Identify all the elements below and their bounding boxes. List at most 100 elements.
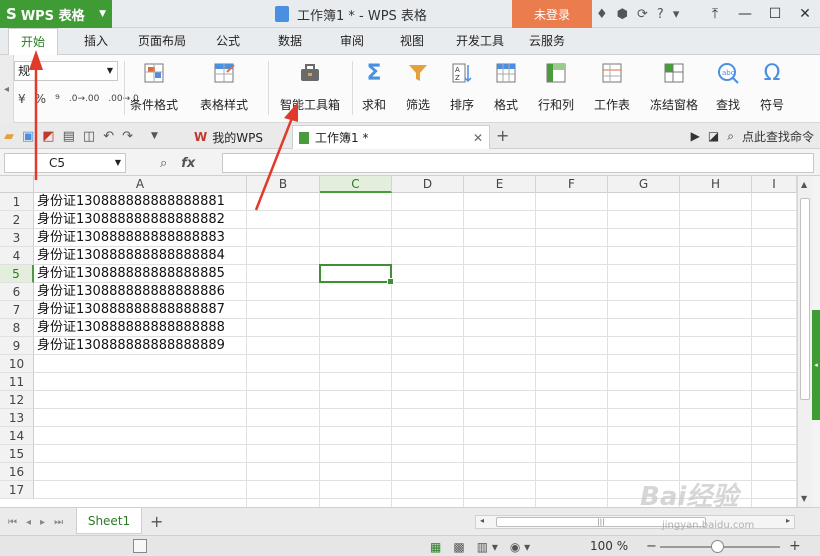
column-header-h[interactable]: H: [680, 176, 752, 193]
select-all-corner[interactable]: [0, 176, 34, 193]
zoom-slider-handle[interactable]: [711, 540, 724, 553]
tab-developer[interactable]: 开发工具: [456, 28, 504, 55]
help-icon[interactable]: ?: [657, 7, 664, 22]
row-header-11[interactable]: 11: [0, 373, 34, 391]
scroll-down-icon[interactable]: ▼: [801, 494, 807, 503]
document-status-icon[interactable]: [133, 539, 147, 553]
cell-a8[interactable]: 身份证130888888888888888: [37, 319, 225, 337]
close-tab-icon[interactable]: ✕: [473, 131, 483, 145]
row-header-5[interactable]: 5: [0, 265, 34, 283]
find-button[interactable]: abc 查找: [716, 59, 740, 119]
cell-a7[interactable]: 身份证130888888888888887: [37, 301, 225, 319]
table-style-button[interactable]: 表格样式: [200, 59, 248, 119]
maximize-button[interactable]: ☐: [760, 0, 790, 28]
play-icon[interactable]: ▶: [691, 129, 700, 143]
spreadsheet-grid[interactable]: A B C D E F G H I 1 2 3 4 5 6 7 8 9 10 11 12 13 14 15 16 17 身份证130…: [0, 176, 797, 507]
row-header-2[interactable]: 2: [0, 211, 34, 229]
print-preview-icon[interactable]: ◫: [83, 129, 95, 144]
column-header-b[interactable]: B: [247, 176, 320, 193]
new-tab-icon[interactable]: +: [496, 123, 509, 149]
row-header-15[interactable]: 15: [0, 445, 34, 463]
comma-style-button[interactable]: ⁹: [55, 92, 60, 106]
zoom-level[interactable]: 100 %: [590, 536, 628, 556]
column-header-c[interactable]: C: [320, 176, 392, 193]
skin-icon[interactable]: ♦: [596, 7, 608, 22]
worksheet-button[interactable]: 工作表: [594, 59, 630, 119]
cell-a3[interactable]: 身份证130888888888888883: [37, 229, 225, 247]
row-header-1[interactable]: 1: [0, 193, 34, 211]
row-header-3[interactable]: 3: [0, 229, 34, 247]
increase-decimal-button[interactable]: .0→.00: [69, 94, 99, 104]
cell-a5[interactable]: 身份证130888888888888885: [37, 265, 225, 283]
tab-review[interactable]: 审阅: [340, 28, 364, 55]
scroll-right-icon[interactable]: ▸: [786, 516, 790, 525]
minimize-button[interactable]: —: [730, 0, 760, 28]
customize-dropdown-icon[interactable]: ▼: [151, 131, 158, 141]
format-button[interactable]: 格式: [494, 59, 518, 119]
close-button[interactable]: ✕: [790, 0, 820, 28]
zoom-search-icon[interactable]: ⌕: [160, 156, 167, 171]
sort-button[interactable]: AZ 排序: [450, 59, 474, 119]
side-panel-toggle[interactable]: ◂: [812, 310, 820, 420]
add-sheet-icon[interactable]: +: [150, 508, 163, 536]
tab-view[interactable]: 视图: [400, 28, 424, 55]
row-header-13[interactable]: 13: [0, 409, 34, 427]
cell-a4[interactable]: 身份证130888888888888884: [37, 247, 225, 265]
row-header-6[interactable]: 6: [0, 283, 34, 301]
conditional-format-button[interactable]: 条件格式: [130, 59, 178, 119]
reading-mode-icon[interactable]: ◉ ▾: [510, 540, 530, 554]
more-icon[interactable]: ▾: [673, 7, 680, 22]
freeze-panes-button[interactable]: 冻结窗格: [650, 59, 698, 119]
cell-a9[interactable]: 身份证130888888888888889: [37, 337, 225, 355]
tools-icon[interactable]: ◪: [708, 129, 719, 143]
page-break-view-icon[interactable]: ▩: [453, 540, 464, 554]
zoom-in-icon[interactable]: +: [789, 536, 801, 556]
sum-button[interactable]: Σ 求和: [362, 59, 386, 119]
column-header-a[interactable]: A: [34, 176, 247, 193]
row-header-16[interactable]: 16: [0, 463, 34, 481]
cell-a6[interactable]: 身份证130888888888888886: [37, 283, 225, 301]
currency-icon[interactable]: ¥: [18, 92, 26, 106]
row-header-17[interactable]: 17: [0, 481, 34, 499]
column-header-f[interactable]: F: [536, 176, 608, 193]
save-icon[interactable]: ▣: [22, 129, 34, 144]
next-sheet-icon[interactable]: ▸: [40, 517, 45, 528]
column-header-g[interactable]: G: [608, 176, 680, 193]
tab-data[interactable]: 数据: [278, 28, 302, 55]
command-search-input[interactable]: 点此查找命令: [742, 128, 814, 145]
formula-input[interactable]: [222, 153, 814, 173]
doc-tab-my-wps[interactable]: W 我的WPS: [188, 125, 290, 149]
zoom-out-icon[interactable]: −: [646, 536, 657, 556]
scrollbar-thumb[interactable]: [800, 198, 810, 400]
redo-icon[interactable]: ↷: [122, 129, 133, 144]
selected-cell-c5[interactable]: [319, 264, 394, 285]
pin-icon[interactable]: ⤒: [700, 0, 730, 28]
settings-icon[interactable]: ⬢: [617, 7, 628, 22]
undo-icon[interactable]: ↶: [103, 129, 114, 144]
column-header-i[interactable]: I: [752, 176, 797, 193]
column-header-d[interactable]: D: [392, 176, 464, 193]
cell-a1[interactable]: 身份证130888888888888881: [37, 193, 225, 211]
cell-a2[interactable]: 身份证130888888888888882: [37, 211, 225, 229]
vertical-scrollbar[interactable]: ▲ ▼: [797, 176, 812, 507]
last-sheet-icon[interactable]: ⏭: [54, 517, 63, 528]
smart-toolbox-button[interactable]: 智能工具箱: [280, 59, 340, 119]
first-sheet-icon[interactable]: ⏮: [8, 517, 17, 528]
open-folder-icon[interactable]: ▰: [4, 129, 14, 144]
tab-page-layout[interactable]: 页面布局: [138, 28, 186, 55]
row-header-10[interactable]: 10: [0, 355, 34, 373]
insert-function-button[interactable]: fx: [181, 156, 195, 171]
page-layout-view-icon[interactable]: ▥ ▾: [477, 540, 498, 554]
number-format-select[interactable]: 规 ▼: [14, 61, 118, 81]
filter-button[interactable]: 筛选: [406, 59, 430, 119]
login-button[interactable]: 未登录: [512, 0, 592, 28]
scroll-left-icon[interactable]: ◂: [480, 516, 484, 525]
export-pdf-icon[interactable]: ◩: [42, 129, 54, 144]
row-header-9[interactable]: 9: [0, 337, 34, 355]
sheet-tab-sheet1[interactable]: Sheet1: [76, 508, 142, 534]
percent-button[interactable]: %: [35, 92, 46, 106]
scroll-up-icon[interactable]: ▲: [801, 180, 807, 189]
symbol-button[interactable]: Ω 符号: [760, 59, 784, 119]
app-menu-button[interactable]: S WPS 表格 ▼: [0, 0, 112, 28]
name-box[interactable]: C5 ▼: [4, 153, 126, 173]
